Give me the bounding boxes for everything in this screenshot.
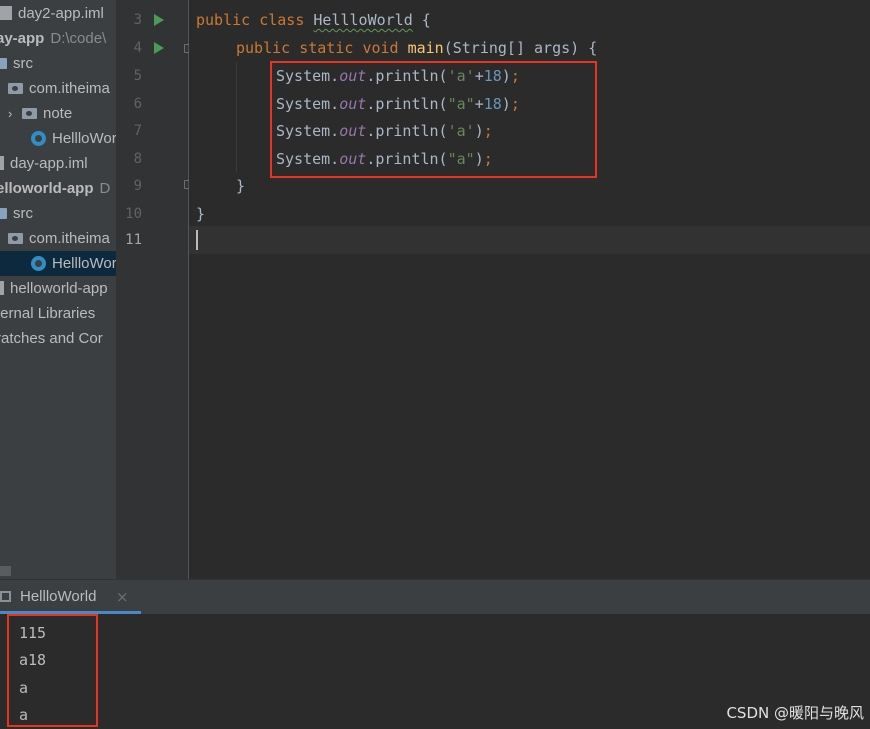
tree-item-label: HellloWorld [52,255,116,272]
tree-item-helloworld-app-iml[interactable]: helloworld-app [0,276,108,301]
tree-item-helloworld-app-module[interactable]: elloworld-app D [0,176,110,201]
line-number: 3 [133,12,142,28]
tree-item-hellloworld[interactable]: HellloWorld [31,126,116,151]
module-path-hint: D:\code\ [50,30,107,47]
chevron-right-icon[interactable]: › [8,101,22,126]
tree-item-label: ratches and Cor [0,330,103,347]
indent-guide [236,62,237,172]
package-icon [8,82,23,94]
code-highlight-box [270,61,597,178]
tree-item-src[interactable]: src [0,51,33,76]
tree-item-day2-app-iml[interactable]: day2-app.iml [0,1,104,26]
watermark: CSDN @暖阳与晚风 [726,704,864,722]
package-icon [22,107,37,119]
line-number: 6 [133,96,142,112]
tree-item-label: elloworld-app [0,180,94,197]
tree-item-label: day2-app.iml [18,5,104,22]
src-folder-icon [0,57,7,69]
tree-item-label: ay-app [0,30,45,47]
tree-item-label: HellloWorld [52,130,116,147]
src-folder-icon [0,207,7,219]
sidebar-scrollbar[interactable] [0,566,11,576]
output-highlight-box [7,614,98,727]
iml-file-icon [0,156,4,171]
tree-item-scratches[interactable]: ratches and Cor [0,326,103,351]
line-number: 7 [133,123,142,139]
tree-item-label: day-app.iml [10,155,88,172]
console-icon [0,591,11,602]
java-class-icon [31,130,46,146]
line-number: 4 [133,40,142,56]
run-tab-label: HellloWorld [20,588,97,605]
tree-item-label: src [13,205,33,222]
tree-item-label: com.itheima [29,80,110,97]
run-tool-window-header: HellloWorld × [0,579,870,614]
tree-item-label: com.itheima [29,230,110,247]
code-line-4[interactable]: public static void main(String[] args) { [236,34,597,62]
close-icon[interactable]: × [116,588,129,606]
iml-file-icon [0,281,4,296]
run-icon[interactable] [154,42,164,54]
line-number: 8 [133,151,142,167]
run-icon[interactable] [154,14,164,26]
package-icon [8,232,23,244]
line-number: 10 [125,206,142,222]
tree-item-day-app-module[interactable]: ay-app D:\code\ [0,26,106,51]
run-tab[interactable]: HellloWorld × [0,580,141,614]
tree-item-label: ternal Libraries [0,305,96,322]
tree-item-label: helloworld-app [10,280,108,297]
module-path-hint: D [99,180,111,197]
code-line-10[interactable]: } [196,200,205,228]
code-line-9[interactable]: } [236,172,245,200]
tree-item-hellloworld-selected[interactable]: HellloWorld [0,251,116,276]
tree-item-package[interactable]: com.itheima [8,76,110,101]
tree-item-src[interactable]: src [0,201,33,226]
tree-item-note[interactable]: › note [8,101,72,126]
current-line-highlight [189,226,870,254]
line-number: 9 [133,178,142,194]
project-tool-window: day2-app.iml ay-app D:\code\ src com.ithe… [0,0,116,579]
java-class-icon [31,255,46,271]
line-number: 5 [133,68,142,84]
line-number: 11 [125,232,142,248]
tree-item-external-libraries[interactable]: ternal Libraries [0,301,95,326]
text-caret [196,230,198,250]
code-line-3[interactable]: public class HellloWorld { [196,6,431,34]
tree-item-package[interactable]: com.itheima [8,226,110,251]
iml-file-icon [0,6,12,21]
tree-item-label: note [43,105,73,122]
tree-item-label: src [13,55,33,72]
tree-item-day-app-iml[interactable]: day-app.iml [0,151,88,176]
